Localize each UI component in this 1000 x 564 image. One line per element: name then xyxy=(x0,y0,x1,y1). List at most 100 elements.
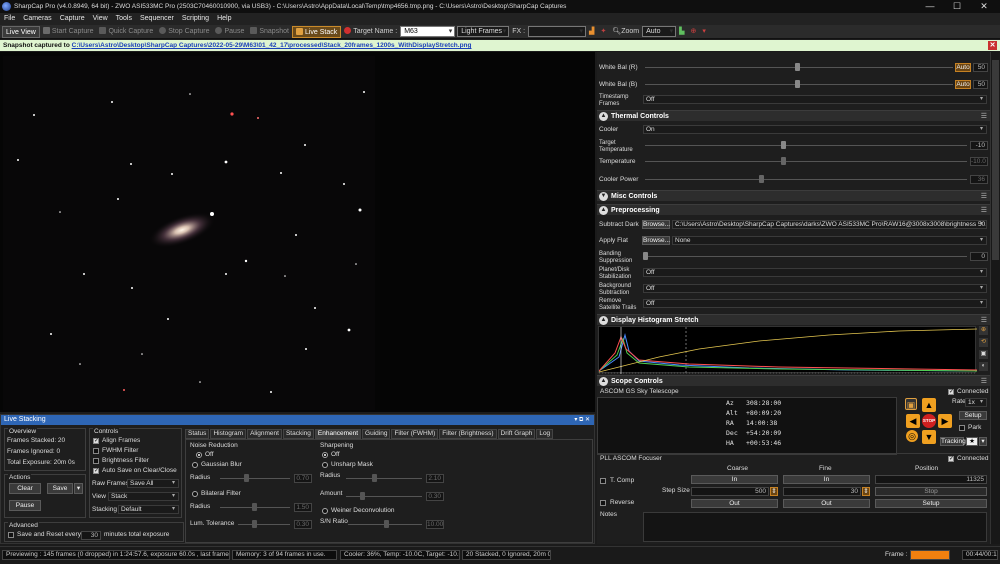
timestamp-select[interactable]: Off xyxy=(643,95,987,104)
histogram-toolbar-icon[interactable]: ▟ xyxy=(586,26,597,38)
image-display[interactable] xyxy=(0,52,595,412)
reverse-checkbox[interactable] xyxy=(600,500,606,506)
menu-cameras[interactable]: Cameras xyxy=(19,13,55,25)
hamburger-menu-icon[interactable]: ☰ xyxy=(981,376,987,387)
histogram-graph[interactable] xyxy=(598,326,978,374)
planet-select[interactable]: Off xyxy=(643,268,987,277)
slew-to-icon[interactable]: ▣ xyxy=(905,398,917,410)
scope-controls-header[interactable]: ▲ Scope Controls ☰ xyxy=(597,375,990,386)
fine-in-button[interactable]: In xyxy=(783,475,870,484)
focuser-stop-button[interactable]: Stop xyxy=(875,487,987,496)
menu-help[interactable]: Help xyxy=(213,13,235,25)
coarse-step-input[interactable]: 500 xyxy=(691,487,769,496)
tab-stacking[interactable]: Stacking xyxy=(282,429,314,439)
hamburger-menu-icon[interactable]: ☰ xyxy=(981,315,987,326)
banding-thumb[interactable] xyxy=(643,252,648,260)
apply-flat-select[interactable]: None xyxy=(672,236,987,245)
cooler-select[interactable]: On xyxy=(643,125,987,134)
move-west-button[interactable]: ◀ xyxy=(906,414,920,428)
position-value[interactable]: 11325 xyxy=(875,475,987,484)
hamburger-menu-icon[interactable]: ☰ xyxy=(981,191,987,202)
target-temp-value[interactable]: -10 xyxy=(970,141,988,150)
subtract-dark-browse-button[interactable]: Browse... xyxy=(642,220,670,229)
bilateral-filter-radio[interactable] xyxy=(192,491,198,497)
unsharp-radius-slider[interactable] xyxy=(346,478,422,479)
snapshot-button[interactable]: Snapshot xyxy=(247,26,292,38)
histogram-save-icon[interactable]: ▣ xyxy=(979,350,988,359)
scope-connected-checkbox[interactable] xyxy=(948,388,954,395)
white-bal-b-value[interactable]: 50 xyxy=(973,80,988,89)
lum-tolerance-slider[interactable] xyxy=(238,524,290,525)
histogram-contrast-icon[interactable]: ◐ xyxy=(979,362,988,371)
fwhm-filter-checkbox[interactable] xyxy=(93,448,99,454)
pause-stacking-button[interactable]: Pause xyxy=(9,500,41,511)
move-north-button[interactable]: ▲ xyxy=(922,398,936,412)
thermal-controls-header[interactable]: ▲ Thermal Controls ☰ xyxy=(597,110,990,121)
raw-frames-select[interactable]: Save All xyxy=(127,479,179,488)
pause-button[interactable]: Pause xyxy=(212,26,247,38)
menu-sequencer[interactable]: Sequencer xyxy=(136,13,178,25)
stop-capture-button[interactable]: Stop Capture xyxy=(156,26,212,38)
tab-enhancement[interactable]: Enhancement xyxy=(314,429,362,439)
target-temp-slider[interactable] xyxy=(645,145,967,146)
target-name-input[interactable]: M63 xyxy=(400,26,456,37)
stacking-select[interactable]: Default xyxy=(118,505,179,514)
coarse-in-button[interactable]: In xyxy=(691,475,778,484)
banding-value[interactable]: 0 xyxy=(970,252,988,261)
gaussian-radius-slider[interactable] xyxy=(220,478,290,479)
frame-type-select[interactable]: Light Frames xyxy=(457,26,510,37)
fx-tool-icon[interactable]: ✦ xyxy=(597,26,609,38)
hamburger-menu-icon[interactable]: ☰ xyxy=(981,111,987,122)
histogram-stretch-header[interactable]: ▲ Display Histogram Stretch ☰ xyxy=(597,314,990,325)
view-select[interactable]: Stack xyxy=(108,492,179,501)
live-view-button[interactable]: Live View xyxy=(2,25,40,38)
white-bal-r-auto-button[interactable]: Auto xyxy=(955,63,971,72)
satellite-select[interactable]: Off xyxy=(643,299,987,308)
gaussian-blur-radio[interactable] xyxy=(192,462,198,468)
preprocessing-header[interactable]: ▲ Preprocessing ☰ xyxy=(597,204,990,215)
fine-out-button[interactable]: Out xyxy=(783,499,870,508)
gaussian-radius-value[interactable]: 0.70 xyxy=(294,474,312,483)
coarse-step-spinner-icon[interactable]: ⇕ xyxy=(770,487,778,496)
menu-tools[interactable]: Tools xyxy=(112,13,136,25)
weiner-deconvolution-radio[interactable] xyxy=(322,508,328,514)
white-bal-b-thumb[interactable] xyxy=(795,80,800,88)
target-temp-thumb[interactable] xyxy=(781,141,786,149)
unsharp-mask-radio[interactable] xyxy=(322,462,328,468)
focuser-connected-checkbox[interactable] xyxy=(948,455,954,462)
notes-textarea[interactable] xyxy=(643,512,987,542)
sn-ratio-value[interactable]: 10.00 xyxy=(426,520,444,529)
unsharp-radius-value[interactable]: 2.10 xyxy=(426,474,444,483)
tab-alignment[interactable]: Alignment xyxy=(247,429,282,439)
tcomp-checkbox[interactable] xyxy=(600,478,606,484)
white-bal-b-auto-button[interactable]: Auto xyxy=(955,80,971,89)
maximize-button[interactable]: ☐ xyxy=(945,0,969,13)
gaussian-radius-thumb[interactable] xyxy=(244,474,249,482)
zoom-select[interactable]: Auto xyxy=(642,26,677,37)
menu-file[interactable]: File xyxy=(0,13,19,25)
tab-guiding[interactable]: Guiding xyxy=(362,429,391,439)
menu-view[interactable]: View xyxy=(89,13,112,25)
tracking-dropdown-icon[interactable]: ▾ xyxy=(979,437,987,446)
tab-histogram[interactable]: Histogram xyxy=(210,429,247,439)
bilateral-radius-value[interactable]: 1.50 xyxy=(294,503,312,512)
right-panel-scrollbar[interactable] xyxy=(990,52,1000,544)
sn-ratio-thumb[interactable] xyxy=(384,520,389,528)
scope-setup-button[interactable]: Setup xyxy=(959,411,987,420)
subtract-dark-select[interactable]: C:\Users\Astro\Desktop\SharpCap Captures… xyxy=(672,220,987,229)
panel-window-controls-icon[interactable]: ▾ ⧉ ✕ xyxy=(574,415,590,425)
noise-off-radio[interactable] xyxy=(196,452,202,458)
hamburger-menu-icon[interactable]: ☰ xyxy=(981,205,987,216)
sharpen-off-radio[interactable] xyxy=(322,452,328,458)
amount-thumb[interactable] xyxy=(360,492,365,500)
park-checkbox[interactable] xyxy=(959,425,965,431)
save-button[interactable]: Save xyxy=(47,483,73,494)
lum-tolerance-value[interactable]: 0.30 xyxy=(294,520,312,529)
live-stack-button[interactable]: Live Stack xyxy=(291,25,342,38)
home-target-icon[interactable]: ◎ xyxy=(906,430,918,442)
clear-button[interactable]: Clear xyxy=(9,483,41,494)
unsharp-radius-thumb[interactable] xyxy=(372,474,377,482)
background-select[interactable]: Off xyxy=(643,284,987,293)
tab-log[interactable]: Log xyxy=(536,429,554,439)
menu-capture[interactable]: Capture xyxy=(56,13,89,25)
